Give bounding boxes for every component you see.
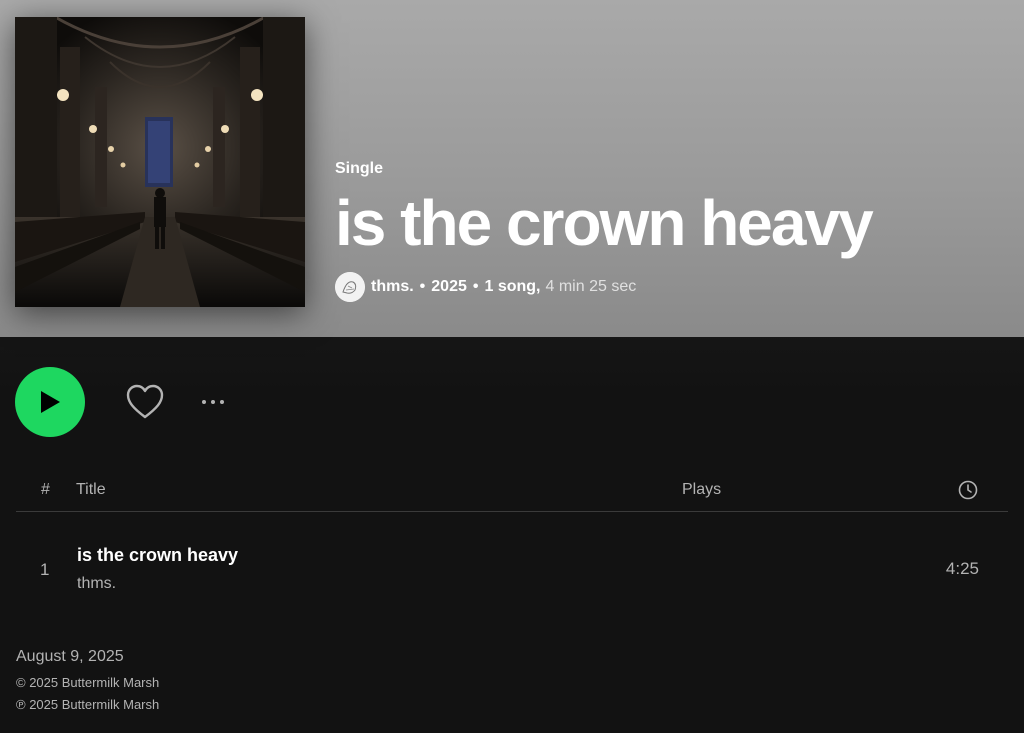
album-duration: 4 min 25 sec (545, 278, 637, 295)
artist-avatar-icon (335, 272, 365, 302)
album-header: Single is the crown heavy thms. • 2025 •… (0, 0, 1024, 337)
album-footer: August 9, 2025 © 2025 Buttermilk Marsh ℗… (16, 648, 159, 716)
more-options-icon (202, 400, 206, 404)
track-row[interactable]: 1 is the crown heavy thms. 4:25 (16, 528, 1008, 608)
more-options-button[interactable] (193, 387, 233, 417)
play-icon (41, 391, 60, 413)
separator-dot: • (419, 278, 426, 295)
album-page: Single is the crown heavy thms. • 2025 •… (0, 0, 1024, 733)
release-year: 2025 (431, 278, 467, 295)
album-title: is the crown heavy (335, 187, 874, 259)
artist-link[interactable]: thms. (371, 278, 414, 296)
track-artist[interactable]: thms. (77, 575, 116, 593)
like-button[interactable] (123, 380, 167, 424)
album-type-label: Single (335, 160, 384, 177)
more-options-icon (220, 400, 224, 404)
clock-icon (958, 480, 978, 500)
column-header-title: Title (76, 481, 106, 498)
track-duration: 4:25 (945, 559, 979, 578)
phonographic-copyright-text: ℗ 2025 Buttermilk Marsh (16, 697, 160, 712)
more-options-icon (211, 400, 215, 404)
column-header-duration (958, 480, 978, 505)
column-header-plays: Plays (682, 481, 722, 498)
play-button[interactable] (15, 367, 85, 437)
album-cover-image (15, 17, 305, 307)
album-byline: thms. • 2025 • 1 song, 4 min 25 sec (335, 272, 1015, 302)
copyright-text: © 2025 Buttermilk Marsh (16, 675, 160, 690)
artist-avatar[interactable] (335, 272, 365, 302)
action-bar (15, 367, 233, 437)
heart-icon (126, 384, 164, 419)
track-title[interactable]: is the crown heavy (77, 545, 238, 566)
tracklist-header: # Title Plays (16, 470, 1008, 512)
song-count: 1 song, (484, 278, 541, 295)
column-header-number: # (41, 481, 50, 498)
track-number: 1 (40, 560, 50, 579)
release-date: August 9, 2025 (16, 648, 124, 665)
separator-dot: • (472, 278, 479, 295)
album-meta: Single is the crown heavy thms. • 2025 •… (335, 160, 1015, 302)
